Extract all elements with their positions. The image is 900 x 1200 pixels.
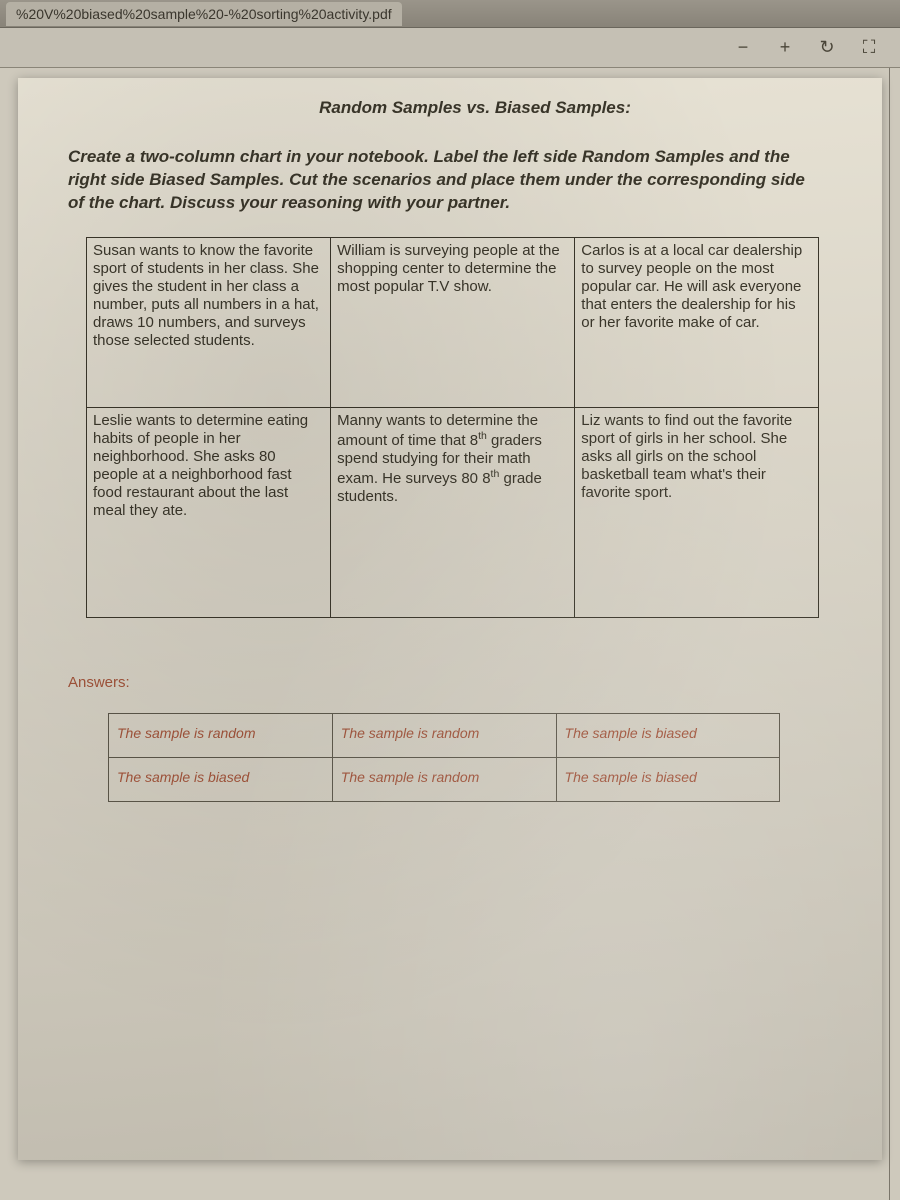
scenario-cell: Manny wants to determine the amount of t… [331, 407, 575, 617]
ordinal-suffix: th [491, 468, 500, 480]
answer-cell: The sample is random [109, 713, 333, 757]
instructions-text: Create a two-column chart in your notebo… [68, 146, 832, 215]
answers-heading: Answers: [68, 674, 832, 691]
fit-page-icon[interactable]: ⛶ [858, 37, 880, 59]
answer-cell: The sample is biased [556, 713, 780, 757]
browser-tab-bar: %20V%20biased%20sample%20-%20sorting%20a… [0, 0, 900, 28]
page-title: Random Samples vs. Biased Samples: [118, 98, 832, 118]
answers-table: The sample is random The sample is rando… [108, 713, 780, 802]
ordinal-suffix: th [478, 430, 487, 442]
scenario-cell: Liz wants to find out the favorite sport… [575, 407, 819, 617]
scenario-cell: Leslie wants to determine eating habits … [87, 407, 331, 617]
vertical-divider [889, 68, 890, 1200]
browser-tab[interactable]: %20V%20biased%20sample%20-%20sorting%20a… [6, 2, 402, 26]
table-row: The sample is random The sample is rando… [109, 713, 780, 757]
table-row: Susan wants to know the favorite sport o… [87, 237, 819, 407]
scenario-cell: Susan wants to know the favorite sport o… [87, 237, 331, 407]
table-row: The sample is biased The sample is rando… [109, 757, 780, 801]
zoom-in-icon[interactable]: + [774, 37, 796, 59]
answer-cell: The sample is biased [109, 757, 333, 801]
zoom-out-icon[interactable]: − [732, 37, 754, 59]
scenario-cell: Carlos is at a local car dealership to s… [575, 237, 819, 407]
pdf-toolbar: − + ↻ ⛶ [0, 28, 900, 68]
table-row: Leslie wants to determine eating habits … [87, 407, 819, 617]
scenario-cell: William is surveying people at the shopp… [331, 237, 575, 407]
answer-cell: The sample is random [332, 757, 556, 801]
scenario-table: Susan wants to know the favorite sport o… [86, 237, 819, 618]
pdf-viewer: Random Samples vs. Biased Samples: Creat… [0, 68, 900, 1200]
answer-cell: The sample is random [332, 713, 556, 757]
answer-cell: The sample is biased [556, 757, 780, 801]
pdf-page: Random Samples vs. Biased Samples: Creat… [18, 78, 882, 1160]
tab-title: %20V%20biased%20sample%20-%20sorting%20a… [16, 6, 392, 22]
rotate-icon[interactable]: ↻ [816, 37, 838, 59]
